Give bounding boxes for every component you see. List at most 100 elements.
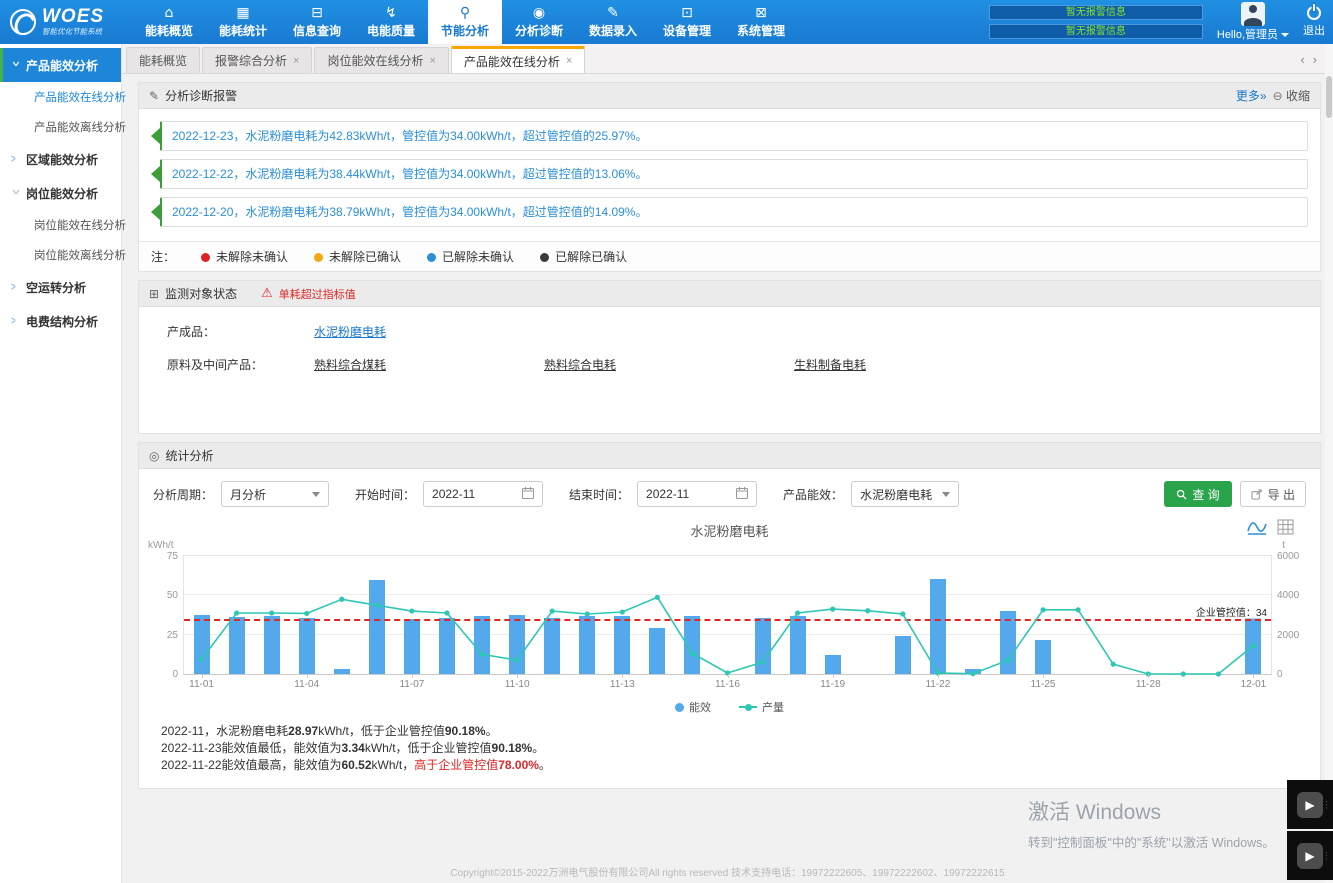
sidebar-item-label: 区域能效分析: [26, 151, 98, 168]
bar-11-23[interactable]: [965, 669, 981, 674]
date-input[interactable]: 2022-11: [423, 481, 543, 507]
nav-item-6[interactable]: ◉分析诊断: [502, 0, 576, 44]
alarm-message[interactable]: 2022-12-23，水泥粉磨电耗为42.83kWh/t，管控值为34.00kW…: [160, 121, 1308, 151]
legend-energy-efficiency[interactable]: 能效: [675, 699, 711, 715]
bar-11-01[interactable]: [194, 615, 210, 674]
bar-11-19[interactable]: [825, 655, 841, 674]
line-view-icon[interactable]: [1247, 519, 1267, 538]
alarm-row-3: 2022-12-20，水泥粉磨电耗为38.79kWh/t，管控值为34.00kW…: [151, 197, 1308, 227]
bar-11-13[interactable]: [614, 616, 630, 674]
alarm-message[interactable]: 2022-12-22，水泥粉磨电耗为38.44kWh/t，管控值为34.00kW…: [160, 159, 1308, 189]
bar-11-22[interactable]: [930, 579, 946, 674]
sidebar-item-4[interactable]: >空运转分析: [0, 270, 121, 304]
alarm-banner-1[interactable]: 暂无报警信息: [989, 5, 1203, 20]
tab-3[interactable]: 岗位能效在线分析×: [314, 47, 448, 73]
nav-item-7[interactable]: ✎数据录入: [576, 0, 650, 44]
export-button[interactable]: 导 出: [1240, 481, 1306, 507]
collapse-button[interactable]: ⊖ 收缩: [1273, 87, 1310, 104]
tab-close-icon[interactable]: ×: [293, 55, 299, 67]
gridline: [184, 594, 1271, 595]
bar-11-03[interactable]: [264, 616, 280, 674]
nav-item-5[interactable]: ⚲ 节能分析: [428, 0, 502, 44]
bar-11-11[interactable]: [544, 618, 560, 674]
bar-11-02[interactable]: [229, 617, 245, 674]
chevron-down-icon: [312, 492, 320, 497]
sidebar-item-1[interactable]: >产品能效分析: [0, 48, 121, 82]
sidebar-subitem-3-2[interactable]: 岗位能效离线分析: [0, 240, 121, 270]
monitor-object-link[interactable]: 熟料综合电耗: [544, 356, 616, 373]
nav-item-label: 能耗统计: [219, 22, 267, 39]
bar-11-18[interactable]: [790, 616, 806, 674]
more-link[interactable]: 更多»: [1236, 87, 1267, 104]
logout-button[interactable]: 退出: [1303, 6, 1325, 38]
tab-scroll-arrows[interactable]: ‹›: [1300, 52, 1325, 67]
chart-plot[interactable]: 02550750200040006000kWh/tt企业管控值：3411-011…: [183, 555, 1272, 675]
bar-12-01[interactable]: [1245, 618, 1261, 674]
tab-2[interactable]: 报警综合分析×: [202, 47, 312, 73]
nav-item-2[interactable]: ▦ 能耗统计: [206, 0, 280, 44]
alarm-banner-2[interactable]: 暂无报警信息: [989, 24, 1203, 39]
x-axis-tick: [517, 674, 518, 678]
bar-11-06[interactable]: [369, 580, 385, 674]
bar-11-10[interactable]: [509, 615, 525, 674]
page-scrollbar[interactable]: [1325, 44, 1333, 883]
sidebar-subitem-3-1[interactable]: 岗位能效在线分析: [0, 210, 121, 240]
bar-11-04[interactable]: [299, 618, 315, 674]
bar-11-25[interactable]: [1035, 640, 1051, 674]
bar-11-07[interactable]: [404, 619, 420, 674]
sidebar-subitem-1-1[interactable]: 产品能效在线分析: [0, 82, 121, 112]
bar-11-24[interactable]: [1000, 611, 1016, 674]
monitor-panel-header: ⊞ 监测对象状态 ⚠ 单耗超过指标值: [139, 281, 1320, 307]
sidebar-item-2[interactable]: >区域能效分析: [0, 142, 121, 176]
select-input[interactable]: 水泥粉磨电耗: [851, 481, 959, 507]
sidebar-subitem-1-2[interactable]: 产品能效离线分析: [0, 112, 121, 142]
bar-11-08[interactable]: [439, 618, 455, 674]
sidebar-item-label: 岗位能效分析: [26, 185, 98, 202]
nav-item-4[interactable]: ↯电能质量: [354, 0, 428, 44]
tab-label: 产品能效在线分析: [464, 53, 560, 70]
user-menu[interactable]: Hello,管理员: [1217, 2, 1289, 42]
monitor-object-link[interactable]: 水泥粉磨电耗: [314, 323, 386, 340]
x-axis-label: 11-16: [708, 679, 748, 690]
system-manage-icon: ⊠: [755, 6, 767, 20]
nav-item-8[interactable]: ⊡设备管理: [650, 0, 724, 44]
monitor-object-link[interactable]: 生料制备电耗: [794, 356, 866, 373]
tab-close-icon[interactable]: ×: [429, 55, 435, 67]
table-view-icon[interactable]: [1277, 519, 1294, 538]
energy-analysis-icon: ⚲: [460, 6, 470, 20]
status-dot-icon: [314, 253, 323, 262]
legend-production[interactable]: 产量: [739, 699, 784, 715]
summary-segment: 28.97: [288, 724, 318, 738]
scrollbar-thumb[interactable]: [1326, 76, 1332, 118]
tab-1[interactable]: 能耗概览: [126, 47, 200, 73]
summary-segment: 3.34: [342, 741, 365, 755]
bar-11-14[interactable]: [649, 628, 665, 674]
nav-item-9[interactable]: ⊠系统管理: [724, 0, 798, 44]
nav-item-1[interactable]: ⌂能耗概览: [132, 0, 206, 44]
query-button[interactable]: 查 询: [1164, 481, 1231, 507]
bar-11-21[interactable]: [895, 636, 911, 674]
y-axis-tick-left: 75: [167, 551, 178, 562]
bar-chart-icon: ▦: [236, 6, 249, 20]
overlay-widget-2[interactable]: ▶⋮: [1287, 831, 1333, 880]
sidebar-item-5[interactable]: >电费结构分析: [0, 304, 121, 338]
tab-4[interactable]: 产品能效在线分析 ×: [451, 46, 585, 73]
filter-label: 产品能效：: [783, 486, 843, 503]
tab-close-icon[interactable]: ×: [566, 55, 572, 67]
bar-11-09[interactable]: [474, 616, 490, 674]
bar-11-12[interactable]: [579, 616, 595, 674]
monitor-object-link[interactable]: 熟料综合煤耗: [314, 356, 386, 373]
alarm-message[interactable]: 2022-12-20，水泥粉磨电耗为38.79kWh/t，管控值为34.00kW…: [160, 197, 1308, 227]
overlay-widget-1[interactable]: ▶⋮: [1287, 780, 1333, 829]
bar-11-15[interactable]: [684, 616, 700, 674]
select-input[interactable]: 月分析: [221, 481, 329, 507]
legend-label: 能效: [689, 699, 711, 715]
bar-11-17[interactable]: [755, 618, 771, 674]
date-input[interactable]: 2022-11: [637, 481, 757, 507]
summary-segment: 60.52: [342, 758, 372, 772]
home-icon: ⌂: [165, 6, 174, 20]
sidebar-item-3[interactable]: >岗位能效分析: [0, 176, 121, 210]
nav-item-label: 节能分析: [441, 22, 489, 39]
nav-item-3[interactable]: ⊟信息查询: [280, 0, 354, 44]
bar-11-05[interactable]: [334, 669, 350, 674]
